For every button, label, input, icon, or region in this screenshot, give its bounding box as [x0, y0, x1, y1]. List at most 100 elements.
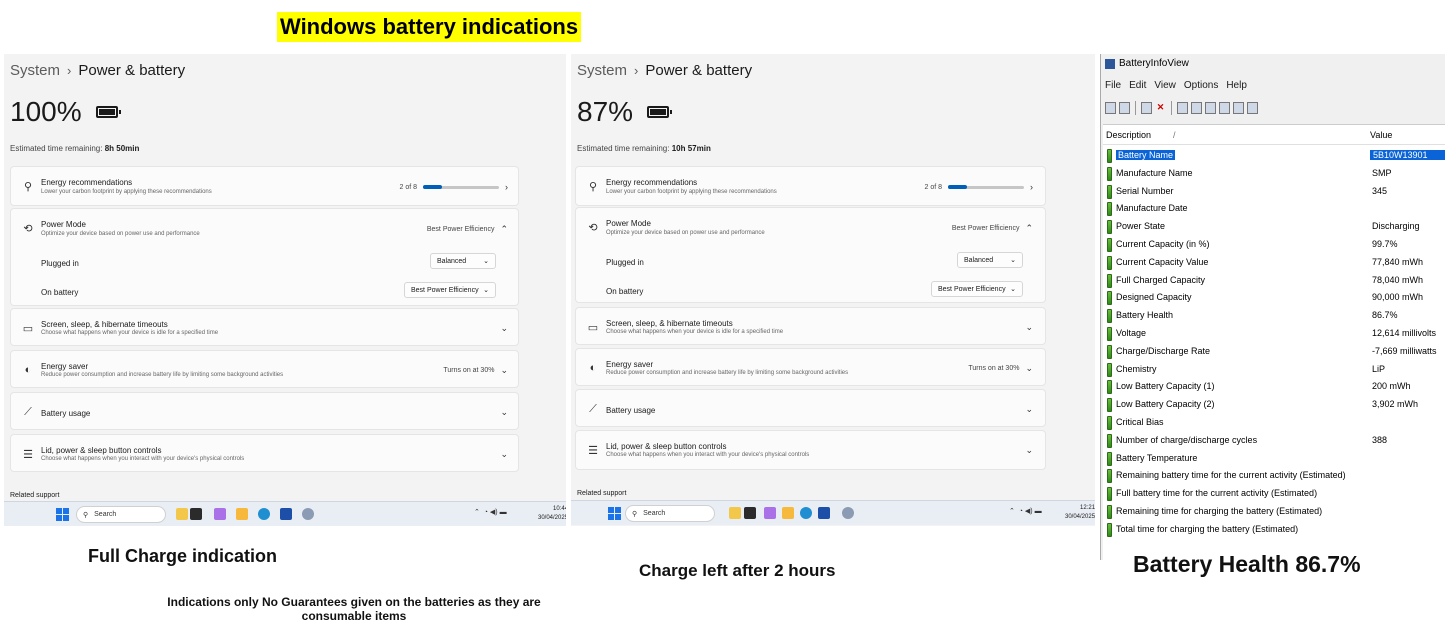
energy-recommendations-card[interactable]: ⚲ Energy recommendations Lower your carb…: [10, 166, 519, 206]
breadcrumb: System › Power & battery: [577, 62, 752, 79]
menu-file[interactable]: File: [1105, 80, 1121, 91]
breadcrumb-system[interactable]: System: [10, 62, 60, 79]
chevron-down-icon: ⌄: [1010, 286, 1016, 293]
battery-info-icon[interactable]: [1119, 102, 1130, 114]
energy-saver-card[interactable]: ◐ Energy saver Reduce power consumption …: [10, 350, 519, 388]
chevron-down-icon: ⌄: [483, 258, 489, 265]
menu-view[interactable]: View: [1154, 80, 1176, 91]
battery-row-icon: [1107, 344, 1112, 359]
menu-edit[interactable]: Edit: [1129, 80, 1146, 91]
energy-saver-title: Energy saver: [41, 362, 89, 371]
log-icon[interactable]: [1141, 102, 1152, 114]
list-item[interactable]: Battery Temperature: [1103, 450, 1445, 468]
list-item[interactable]: Designed Capacity 90,000 mWh: [1103, 289, 1445, 307]
list-item[interactable]: Low Battery Capacity (1) 200 mWh: [1103, 378, 1445, 396]
power-mode-toggle[interactable]: Best Power Efficiency ⌃: [427, 224, 508, 235]
screen-sleep-title: Screen, sleep, & hibernate timeouts: [41, 320, 168, 329]
plugged-in-dropdown[interactable]: Balanced ⌄: [957, 252, 1023, 268]
list-item[interactable]: Power State Discharging: [1103, 218, 1445, 236]
row-value: 345: [1372, 185, 1388, 196]
breadcrumb-system[interactable]: System: [577, 62, 627, 79]
exit-icon[interactable]: [1247, 102, 1258, 114]
column-description[interactable]: Description: [1106, 130, 1151, 140]
list-item[interactable]: Current Capacity Value 77,840 mWh: [1103, 254, 1445, 272]
plugged-in-dropdown[interactable]: Balanced ⌄: [430, 253, 496, 269]
list-item[interactable]: Battery Health 86.7%: [1103, 307, 1445, 325]
taskbar-search[interactable]: ⚲ Search: [625, 505, 715, 522]
file-explorer-icon[interactable]: [782, 507, 794, 519]
list-item[interactable]: Remaining battery time for the current a…: [1103, 467, 1445, 485]
list-item[interactable]: Charge/Discharge Rate -7,669 milliwatts: [1103, 343, 1445, 361]
row-value: 77,840 mWh: [1372, 256, 1424, 267]
html-report-icon[interactable]: [1219, 102, 1230, 114]
row-value: 99.7%: [1372, 239, 1398, 249]
taskbar: ⚲ Search ⌃ ◔ ◀) ▬ 10:44 30/04/2025: [4, 501, 566, 526]
store-icon[interactable]: [818, 507, 830, 519]
list-item[interactable]: Battery Name 5B10W13901: [1103, 147, 1445, 165]
on-battery-dropdown[interactable]: Best Power Efficiency ⌄: [404, 282, 496, 298]
chevron-right-icon: ›: [634, 63, 639, 78]
list-item[interactable]: Full battery time for the current activi…: [1103, 485, 1445, 503]
copy-icon[interactable]: [1205, 102, 1216, 114]
column-value[interactable]: Value: [1370, 130, 1392, 140]
list-item[interactable]: Remaining time for charging the battery …: [1103, 503, 1445, 521]
disclaimer-line-1: Indications only No Guarantees given on …: [167, 595, 541, 609]
list-item[interactable]: Critical Bias: [1103, 414, 1445, 432]
taskbar-clock[interactable]: 10:44 30/04/2025: [538, 505, 566, 523]
related-support-heading: Related support: [577, 490, 627, 497]
settings-gear-icon[interactable]: [302, 508, 314, 520]
task-view-icon[interactable]: [744, 507, 756, 519]
task-view-icon[interactable]: [190, 508, 202, 520]
on-battery-dropdown[interactable]: Best Power Efficiency ⌄: [931, 281, 1023, 297]
battery-usage-card[interactable]: ⟋ Battery usage ⌄: [10, 392, 519, 430]
refresh-icon[interactable]: [1191, 102, 1202, 114]
edge-browser-icon[interactable]: [800, 507, 812, 519]
settings-gear-icon[interactable]: [842, 507, 854, 519]
row-description: Chemistry: [1116, 363, 1157, 374]
list-item[interactable]: Voltage 12,614 millivolts: [1103, 325, 1445, 343]
battery-info-list[interactable]: Description / Value Battery Name 5B10W139…: [1103, 124, 1445, 560]
windows-start-icon[interactable]: [56, 508, 69, 521]
list-item[interactable]: Number of charge/discharge cycles 388: [1103, 432, 1445, 450]
properties-icon[interactable]: [1105, 102, 1116, 114]
menu-help[interactable]: Help: [1226, 80, 1247, 91]
system-tray-icons[interactable]: ⌃ ◔ ◀) ▬: [1009, 507, 1042, 515]
list-item[interactable]: Manufacture Date: [1103, 200, 1445, 218]
battery-row-icon: [1107, 362, 1112, 377]
estimated-time: Estimated time remaining: 10h 57min: [577, 144, 711, 153]
list-item[interactable]: Current Capacity (in %) 99.7%: [1103, 236, 1445, 254]
energy-recommendations-card[interactable]: ⚲ Energy recommendations Lower your carb…: [575, 166, 1046, 206]
copilot-icon[interactable]: [764, 507, 776, 519]
file-explorer-icon[interactable]: [236, 508, 248, 520]
taskbar-search[interactable]: ⚲ Search: [76, 506, 166, 523]
widgets-icon[interactable]: [176, 508, 188, 520]
list-item[interactable]: Manufacture Name SMP: [1103, 165, 1445, 183]
lid-power-card[interactable]: ☰ Lid, power & sleep button controls Cho…: [575, 430, 1046, 470]
lid-controls-icon: ☰: [23, 449, 33, 461]
taskbar-clock[interactable]: 12:21 30/04/2025: [1065, 504, 1095, 522]
edge-browser-icon[interactable]: [258, 508, 270, 520]
battery-percent-text: 87%: [577, 96, 634, 127]
battery-usage-card[interactable]: ⟋ Battery usage ⌄: [575, 389, 1046, 427]
list-item[interactable]: Low Battery Capacity (2) 3,902 mWh: [1103, 396, 1445, 414]
energy-saver-card[interactable]: ◐ Energy saver Reduce power consumption …: [575, 348, 1046, 386]
save-icon[interactable]: [1177, 102, 1188, 114]
power-mode-toggle[interactable]: Best Power Efficiency ⌃: [952, 223, 1033, 234]
list-item[interactable]: Full Charged Capacity 78,040 mWh: [1103, 272, 1445, 290]
widgets-icon[interactable]: [729, 507, 741, 519]
system-tray-icons[interactable]: ⌃ ◔ ◀) ▬: [474, 508, 507, 516]
list-item[interactable]: Serial Number 345: [1103, 183, 1445, 201]
windows-start-icon[interactable]: [608, 507, 621, 520]
energy-progress-bar: [423, 185, 499, 189]
list-item[interactable]: Total time for charging the battery (Est…: [1103, 521, 1445, 539]
store-icon[interactable]: [280, 508, 292, 520]
lid-power-card[interactable]: ☰ Lid, power & sleep button controls Cho…: [10, 434, 519, 472]
delete-icon[interactable]: ✕: [1155, 102, 1166, 114]
find-icon[interactable]: [1233, 102, 1244, 114]
screen-sleep-card[interactable]: ▭ Screen, sleep, & hibernate timeouts Ch…: [10, 308, 519, 346]
copilot-icon[interactable]: [214, 508, 226, 520]
menu-options[interactable]: Options: [1184, 80, 1218, 91]
list-item[interactable]: Chemistry LiP: [1103, 361, 1445, 379]
screen-sleep-card[interactable]: ▭ Screen, sleep, & hibernate timeouts Ch…: [575, 307, 1046, 345]
row-description: Serial Number: [1116, 185, 1174, 196]
